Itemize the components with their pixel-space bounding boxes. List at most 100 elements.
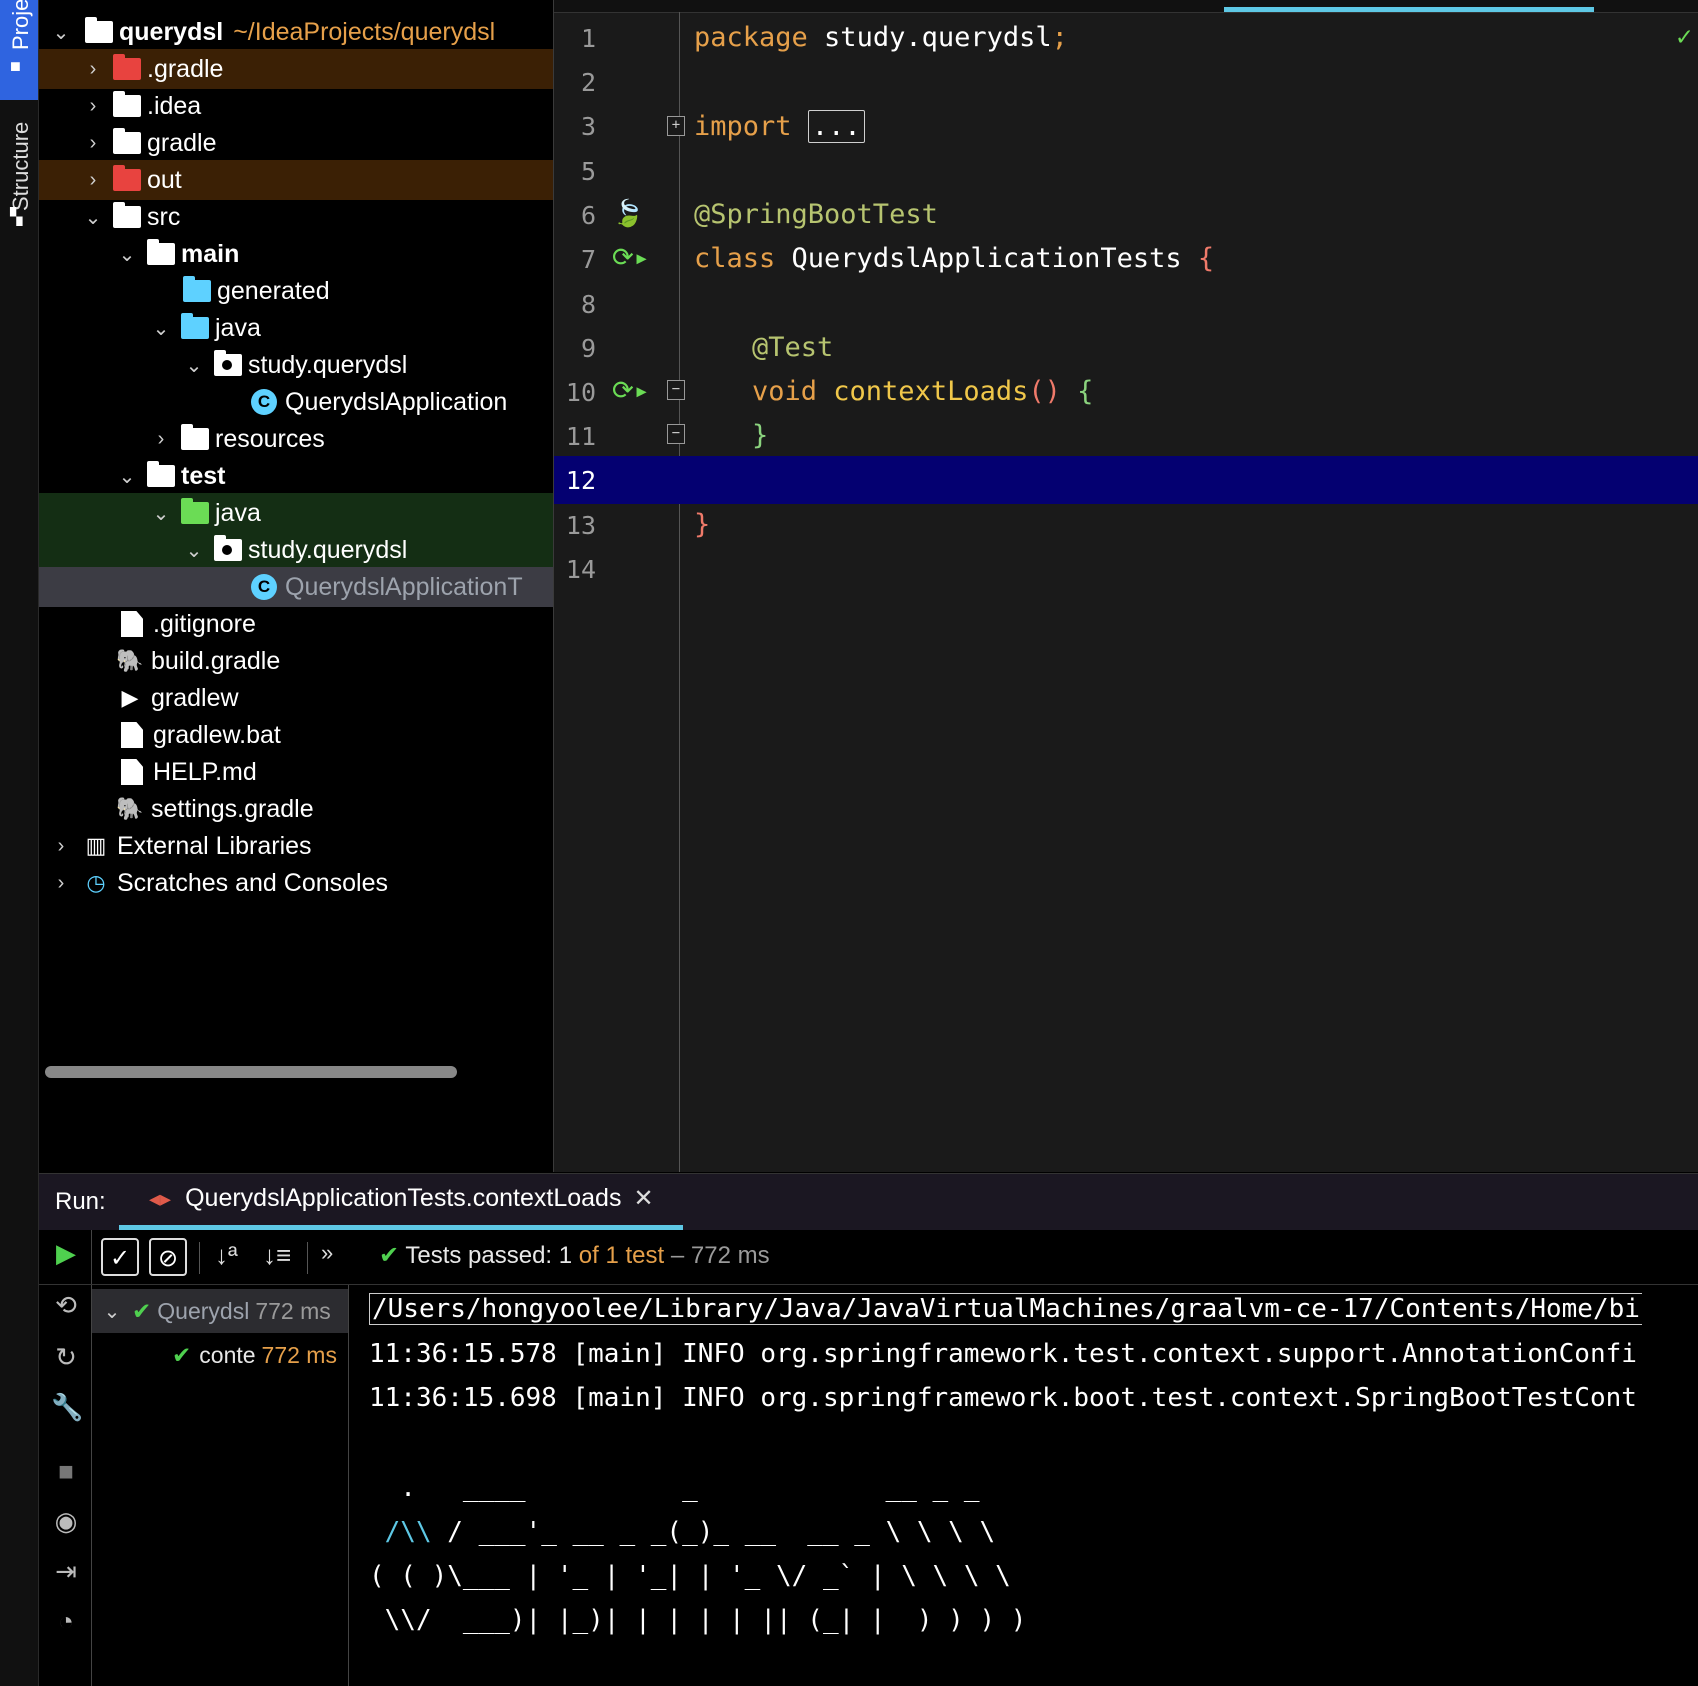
line-number: 9 [580, 334, 596, 363]
tree-root[interactable]: ⌄ querydsl ~/IdeaProjects/querydsl [39, 12, 553, 52]
code-line[interactable]: 10 ⟳▸ − void contextLoads() { [554, 368, 1698, 416]
test-status: ✔ Tests passed: 1 of 1 test – 772 ms [379, 1241, 770, 1270]
chevron-down-icon[interactable]: ⌄ [81, 205, 105, 230]
line-number: 12 [565, 466, 596, 495]
chevron-right-icon[interactable]: › [81, 58, 105, 81]
tree-item-label: .idea [147, 91, 202, 120]
test-time: 772 ms [261, 1341, 337, 1368]
chevron-right-icon[interactable]: › [49, 835, 73, 858]
tree-item-src[interactable]: ⌄ src [39, 197, 553, 237]
test-root-folder-icon [181, 498, 209, 524]
spring-bean-icon[interactable]: 🍃 [612, 199, 644, 229]
structure-tool-tab[interactable]: Structure ▚ [0, 115, 38, 255]
tree-item-gradlew-bat[interactable]: gradlew.bat [39, 715, 553, 755]
test-history-icon[interactable]: ◔ [51, 1606, 81, 1637]
folded-imports[interactable]: ... [807, 110, 865, 143]
chevron-right-icon[interactable]: › [81, 132, 105, 155]
source-root-folder-icon [181, 313, 209, 339]
code-line[interactable]: 1 package study.querydsl; [554, 14, 1698, 62]
chevron-down-icon[interactable]: ⌄ [182, 538, 206, 563]
wrench-icon[interactable]: 🔧 [51, 1392, 83, 1423]
tree-item-label: study.querydsl [248, 535, 408, 564]
project-tool-tab[interactable]: Proje ■ [0, 0, 38, 100]
toggle-auto-test-icon[interactable]: ↻ [51, 1342, 81, 1373]
test-results-tree: ⌄ ✔ Querydsl 772 ms ✔ conte 772 ms [92, 1285, 349, 1686]
run-config-tab[interactable]: ◂▸ QuerydslApplicationTests.contextLoads… [149, 1184, 654, 1213]
chevron-down-icon[interactable]: ⌄ [49, 20, 73, 45]
console-output[interactable]: /Users/hongyoolee/Library/Java/JavaVirtu… [369, 1285, 1698, 1686]
tree-item-scratches[interactable]: › ◷ Scratches and Consoles [39, 863, 553, 903]
rerun-failed-icon[interactable]: ⟲ [51, 1290, 81, 1321]
code-line[interactable]: 8 [554, 280, 1698, 328]
tree-item-main-class[interactable]: C QuerydslApplication [39, 382, 553, 422]
camera-icon[interactable]: ◉ [51, 1506, 81, 1537]
package-icon [214, 350, 242, 376]
chevron-right-icon[interactable]: › [149, 428, 173, 451]
tree-item-gitignore[interactable]: .gitignore [39, 604, 553, 644]
code-line[interactable]: 9 @Test [554, 324, 1698, 372]
stop-icon[interactable]: ■ [51, 1456, 81, 1487]
import-tests-icon[interactable]: ⇥ [51, 1556, 81, 1587]
run-test-gutter-icon[interactable]: ⟳▸ [612, 376, 649, 406]
tree-item-gradle-cache[interactable]: › .gradle [39, 49, 553, 89]
tree-item-label: QuerydslApplicationT [285, 572, 523, 601]
code-line[interactable]: 6 🍃 @SpringBootTest [554, 191, 1698, 239]
tree-item-gradle[interactable]: › gradle [39, 123, 553, 163]
tree-item-help-md[interactable]: HELP.md [39, 752, 553, 792]
tree-item-test-class[interactable]: C QuerydslApplicationT [39, 567, 553, 607]
chevron-down-icon[interactable]: ⌄ [100, 1299, 124, 1324]
sort-alphabetically-icon[interactable]: ↓ª [215, 1240, 238, 1271]
fold-expand-icon[interactable]: + [667, 116, 685, 136]
show-passed-toggle[interactable]: ✓ [101, 1238, 139, 1276]
code-line[interactable]: 5 [554, 147, 1698, 195]
tree-item-test[interactable]: ⌄ test [39, 456, 553, 496]
code-line[interactable]: 14 [554, 545, 1698, 593]
folder-icon [113, 91, 141, 117]
show-ignored-toggle[interactable]: ⊘ [149, 1238, 187, 1276]
code-line[interactable]: 13 } [554, 501, 1698, 549]
tree-item-out[interactable]: › out [39, 160, 553, 200]
code-editor[interactable]: ✓ 1 package study.querydsl; 2 3 + import… [554, 0, 1698, 1172]
close-icon[interactable]: ✕ [633, 1184, 653, 1213]
chevron-down-icon[interactable]: ⌄ [149, 501, 173, 526]
chevron-right-icon[interactable]: › [81, 169, 105, 192]
tree-item-test-java[interactable]: ⌄ java [39, 493, 553, 533]
code-line[interactable]: 3 + import ... [554, 102, 1698, 150]
fold-collapse-icon[interactable]: − [667, 380, 685, 400]
tree-item-external-libraries[interactable]: › ▥ External Libraries [39, 826, 553, 866]
fold-end-icon[interactable]: − [667, 424, 685, 444]
test-case-row[interactable]: ✔ conte 772 ms [92, 1333, 348, 1377]
tree-item-test-package[interactable]: ⌄ study.querydsl [39, 530, 553, 570]
code-line[interactable]: 11 − } [554, 412, 1698, 460]
tree-item-settings-gradle[interactable]: 🐘 settings.gradle [39, 789, 553, 829]
code-line[interactable]: 2 [554, 58, 1698, 106]
toolbar-separator [307, 1242, 308, 1274]
test-config-icon: ◂▸ [149, 1185, 172, 1211]
test-name: conte [199, 1341, 256, 1368]
chevron-down-icon[interactable]: ⌄ [182, 353, 206, 378]
sort-by-duration-icon[interactable]: ↓≡ [263, 1240, 291, 1271]
horizontal-scrollbar[interactable] [45, 1066, 457, 1078]
tree-item-idea[interactable]: › .idea [39, 86, 553, 126]
tree-item-gradlew[interactable]: ▶ gradlew [39, 678, 553, 718]
tree-item-main-java[interactable]: ⌄ java [39, 308, 553, 348]
chevron-down-icon[interactable]: ⌄ [115, 242, 139, 267]
more-actions-icon[interactable]: » [321, 1240, 333, 1266]
chevron-down-icon[interactable]: ⌄ [115, 464, 139, 489]
tree-item-build-gradle[interactable]: 🐘 build.gradle [39, 641, 553, 681]
code-line[interactable]: 7 ⟳▸ class QuerydslApplicationTests { [554, 235, 1698, 283]
chevron-right-icon[interactable]: › [81, 95, 105, 118]
pass-check-icon: ✔ [379, 1242, 406, 1269]
method-name: contextLoads [817, 376, 1029, 407]
tree-item-generated[interactable]: generated [39, 271, 553, 311]
test-suite-row[interactable]: ⌄ ✔ Querydsl 772 ms [92, 1289, 348, 1333]
tree-item-main-package[interactable]: ⌄ study.querydsl [39, 345, 553, 385]
tree-item-main[interactable]: ⌄ main [39, 234, 553, 274]
pass-check-icon: ✔ [132, 1297, 152, 1324]
current-code-line[interactable]: 12 [554, 456, 1698, 504]
tree-item-resources[interactable]: › resources [39, 419, 553, 459]
chevron-down-icon[interactable]: ⌄ [149, 316, 173, 341]
run-test-gutter-icon[interactable]: ⟳▸ [612, 243, 649, 273]
tree-item-label: test [181, 461, 226, 490]
chevron-right-icon[interactable]: › [49, 872, 73, 895]
